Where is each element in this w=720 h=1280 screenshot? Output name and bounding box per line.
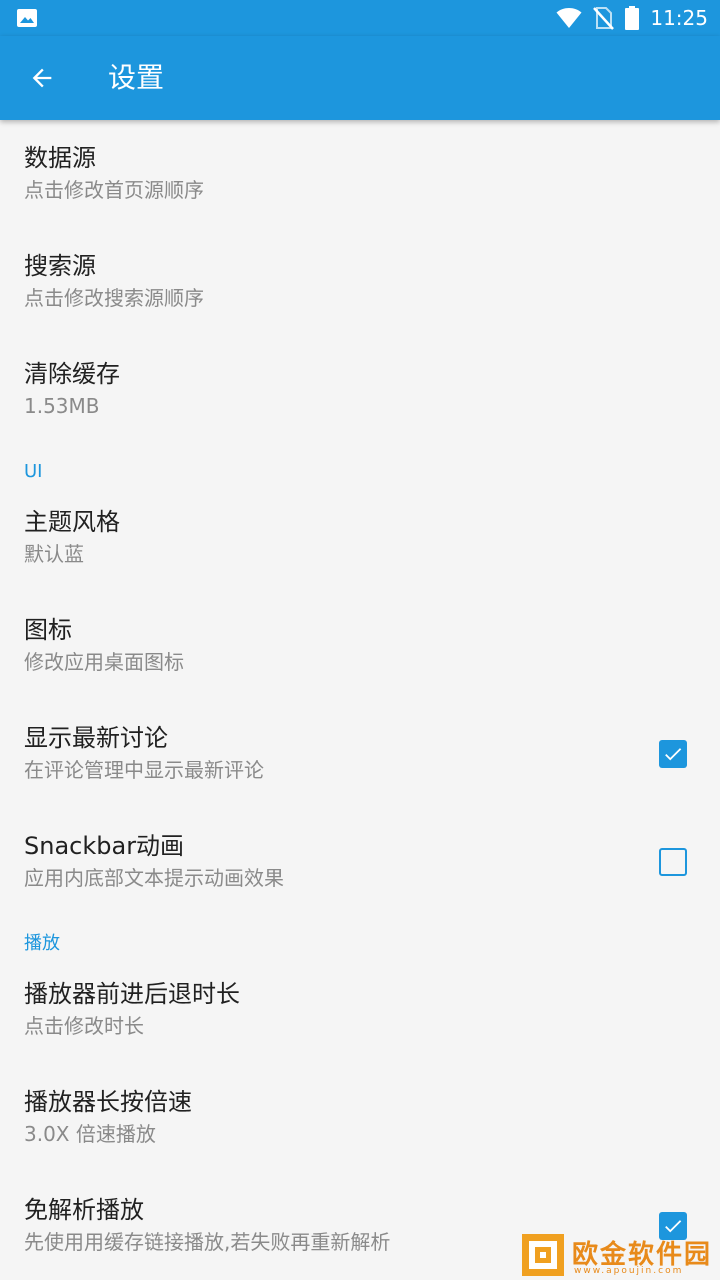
pref-summary: 1.53MB <box>24 394 100 418</box>
pref-title: 清除缓存 <box>24 360 120 388</box>
pref-title: 数据源 <box>24 144 96 172</box>
snackbar-checkbox[interactable] <box>659 848 687 876</box>
category-ui: UI <box>24 461 43 482</box>
watermark-logo-icon <box>522 1234 564 1276</box>
pref-title: 搜索源 <box>24 252 96 280</box>
watermark-url: www.apoujin.com <box>574 1266 684 1276</box>
pref-clear-cache[interactable]: 清除缓存 1.53MB <box>0 336 720 444</box>
pref-title: 播放器前进后退时长 <box>24 980 240 1008</box>
back-button[interactable] <box>14 50 70 106</box>
pref-long-press-speed[interactable]: 播放器长按倍速 3.0X 倍速播放 <box>0 1064 720 1172</box>
pref-show-latest[interactable]: 显示最新讨论 在评论管理中显示最新评论 <box>0 700 720 808</box>
pref-summary: 先使用用缓存链接播放,若失败再重新解析 <box>24 1230 391 1254</box>
battery-icon <box>625 6 640 30</box>
pref-summary: 点击修改首页源顺序 <box>24 178 204 202</box>
pref-summary: 修改应用桌面图标 <box>24 650 184 674</box>
watermark: 欧金软件园 www.apoujin.com <box>520 1230 716 1278</box>
pref-title: Snackbar动画 <box>24 832 185 860</box>
pref-title: 显示最新讨论 <box>24 724 168 752</box>
gallery-icon <box>17 9 37 27</box>
app-bar: 设置 <box>0 36 720 120</box>
pref-snackbar[interactable]: Snackbar动画 应用内底部文本提示动画效果 <box>0 808 720 916</box>
pref-theme[interactable]: 主题风格 默认蓝 <box>0 484 720 592</box>
pref-search-source[interactable]: 搜索源 点击修改搜索源顺序 <box>0 228 720 336</box>
pref-title: 免解析播放 <box>24 1196 144 1224</box>
pref-summary: 3.0X 倍速播放 <box>24 1122 156 1146</box>
pref-title: 图标 <box>24 616 72 644</box>
pref-data-source[interactable]: 数据源 点击修改首页源顺序 <box>0 120 720 228</box>
category-play: 播放 <box>24 933 60 954</box>
wifi-icon <box>556 8 582 28</box>
settings-list[interactable]: 数据源 点击修改首页源顺序 搜索源 点击修改搜索源顺序 清除缓存 1.53MB … <box>0 120 720 1280</box>
pref-title: 播放器长按倍速 <box>24 1088 192 1116</box>
show-latest-checkbox[interactable] <box>659 740 687 768</box>
pref-summary: 默认蓝 <box>24 542 84 566</box>
pref-title: 主题风格 <box>24 508 120 536</box>
page-title: 设置 <box>108 61 165 94</box>
status-bar: 11:25 <box>0 0 720 36</box>
pref-icon[interactable]: 图标 修改应用桌面图标 <box>0 592 720 700</box>
pref-summary: 应用内底部文本提示动画效果 <box>24 866 284 890</box>
pref-summary: 点击修改时长 <box>24 1014 144 1038</box>
check-icon <box>665 748 682 761</box>
status-time: 11:25 <box>650 6 708 30</box>
pref-seek-duration[interactable]: 播放器前进后退时长 点击修改时长 <box>0 956 720 1064</box>
pref-summary: 点击修改搜索源顺序 <box>24 286 204 310</box>
pref-summary: 在评论管理中显示最新评论 <box>24 758 264 782</box>
no-sim-icon <box>593 7 615 30</box>
arrow-back-icon <box>32 68 52 88</box>
